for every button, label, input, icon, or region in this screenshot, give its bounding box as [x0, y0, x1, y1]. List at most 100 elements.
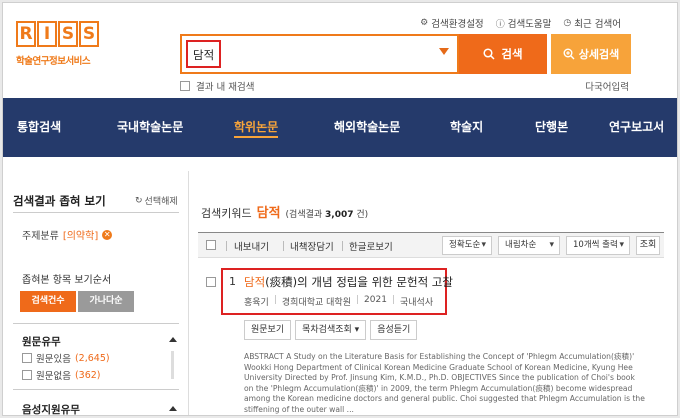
result-checkbox[interactable] [206, 277, 216, 287]
recent-search-link[interactable]: ◷ 최근 검색어 [563, 16, 621, 30]
tab-domestic-papers[interactable]: 국내학술논문 [117, 98, 183, 157]
filter-sidebar: 검색결과 좁혀 보기 ↻ 선택해제 주제분류 [의약학] ✕ 좁혀본 항목 보기… [3, 171, 189, 415]
utility-links: ⚙ 검색환경설정 ⓘ 검색도움말 ◷ 최근 검색어 [420, 16, 621, 30]
divider [13, 323, 179, 324]
logo-letter: R [16, 21, 36, 47]
sort-alphabetical-button[interactable]: 가나다순 [78, 291, 134, 312]
page-size-select[interactable]: 10개씩 출력 [566, 236, 630, 255]
advanced-search-label: 상세검색 [578, 48, 620, 61]
sort-field-select[interactable]: 정확도순 [442, 236, 492, 255]
save-to-library-link[interactable]: 내책장담기 [290, 239, 334, 253]
result-school: 경희대학교 대학원 [281, 298, 351, 308]
facet-item-count: (2,645) [74, 352, 110, 364]
page-frame: R I S S 학술연구정보서비스 ⚙ 검색환경설정 ⓘ 검색도움말 ◷ 최근 … [2, 2, 678, 416]
search-within-label: 결과 내 재검색 [196, 82, 255, 93]
toc-search-button[interactable]: 목차검색조회 ▾ [295, 320, 367, 340]
recent-search-label: 최근 검색어 [574, 19, 621, 30]
search-keyword-highlight: 담적 [186, 40, 222, 68]
remove-filter-icon[interactable]: ✕ [102, 229, 113, 240]
keyword-label: 검색키워드 [201, 207, 252, 220]
result-abstract: ABSTRACT A Study on the Literature Basis… [244, 352, 645, 414]
result-toolbar: 내보내기 내책장담기 한글로보기 정확도순 내림차순 10개씩 출력 조회 [198, 232, 664, 258]
tab-books[interactable]: 단행본 [535, 98, 568, 157]
meta-separator: | [391, 295, 395, 305]
facet-item-label: 원문없음 [36, 371, 71, 382]
logo-letter: S [79, 21, 99, 47]
search-input[interactable]: 담적 [180, 34, 459, 74]
search-within-results[interactable]: 결과 내 재검색 [180, 79, 254, 93]
result-actions: 원문보기 목차검색조회 ▾ 음성듣기 [244, 320, 418, 340]
collapse-icon[interactable] [169, 337, 177, 342]
tab-foreign-papers[interactable]: 해외학술논문 [334, 98, 400, 157]
multilang-input-link[interactable]: 다국어입력 [585, 79, 629, 93]
facet-item-count: (362) [74, 369, 101, 381]
divider [342, 241, 343, 251]
meta-separator: | [356, 295, 360, 305]
sort-by-count-button[interactable]: 검색건수 [20, 291, 76, 312]
sort-order-select[interactable]: 내림차순 [498, 236, 560, 255]
clock-icon: ◷ [563, 18, 572, 28]
view-fulltext-button[interactable]: 원문보기 [244, 320, 292, 340]
tab-reports[interactable]: 연구보고서 [609, 98, 664, 157]
active-filter-chip: 주제분류 [의약학] ✕ [22, 227, 113, 242]
logo-subtitle: 학술연구정보서비스 [16, 56, 91, 67]
sidebar-title: 검색결과 좁혀 보기 [13, 194, 106, 208]
search-icon [483, 48, 495, 60]
korean-view-link[interactable]: 한글로보기 [349, 239, 393, 253]
facet-fulltext-title[interactable]: 원문유무 [22, 334, 61, 349]
logo-letter: S [58, 21, 78, 47]
result-count: (검색결과 3,007 건) [285, 210, 369, 220]
chevron-down-icon[interactable] [439, 48, 449, 55]
search-settings-link[interactable]: ⚙ 검색환경설정 [420, 16, 484, 30]
result-author[interactable]: 홍육기 [244, 295, 269, 308]
listen-audio-button[interactable]: 음성듣기 [370, 320, 418, 340]
divider [13, 389, 179, 390]
refresh-icon: ↻ [135, 195, 143, 206]
tab-theses[interactable]: 학위논문 [234, 98, 279, 157]
facet-scrollbar[interactable] [171, 351, 174, 379]
export-link[interactable]: 내보내기 [234, 239, 269, 253]
result-type: 국내석사 [400, 298, 434, 308]
title-rest: (痰積)의 개념 정립을 위한 문헌적 고찰 [265, 275, 453, 289]
main-nav: 통합검색 국내학술논문 학위논문 해외학술논문 학술지 단행본 연구보고서 [3, 98, 677, 157]
logo-letter: I [37, 21, 57, 47]
advanced-search-button[interactable]: 상세검색 [551, 34, 631, 74]
zoom-plus-icon [563, 48, 575, 60]
select-all-checkbox[interactable] [206, 240, 216, 250]
divider [226, 241, 227, 251]
search-settings-label: 검색환경설정 [431, 19, 484, 30]
query-button[interactable]: 조회 [636, 236, 660, 255]
divider [283, 241, 284, 251]
search-within-checkbox[interactable] [180, 81, 190, 91]
filter-label: 주제분류 [22, 231, 59, 242]
logo-letters: R I S S [16, 21, 106, 47]
search-help-link[interactable]: ⓘ 검색도움말 [496, 16, 552, 30]
facet-audio-title[interactable]: 음성지원유무 [22, 402, 80, 415]
riss-logo[interactable]: R I S S 학술연구정보서비스 [16, 21, 106, 67]
info-icon: ⓘ [495, 19, 505, 30]
reset-filter-label: 선택해제 [144, 197, 178, 207]
facet-item[interactable]: 원문없음 (362) [22, 368, 101, 382]
result-summary: 검색키워드 담적 (검색결과 3,007 건) [201, 202, 368, 221]
collapse-icon[interactable] [169, 406, 177, 411]
facet-checkbox[interactable] [22, 370, 32, 380]
facet-sort-title: 좁혀본 항목 보기순서 [22, 275, 112, 286]
facet-checkbox[interactable] [22, 353, 32, 363]
tab-journals[interactable]: 학술지 [450, 98, 483, 157]
result-year: 2021 [364, 295, 387, 305]
gear-icon: ⚙ [420, 18, 429, 28]
result-title-link[interactable]: 담적(痰積)의 개념 정립을 위한 문헌적 고찰 [244, 274, 453, 290]
facet-item-label: 원문있음 [36, 354, 71, 365]
facet-item[interactable]: 원문있음 (2,645) [22, 351, 110, 365]
reset-filter-link[interactable]: ↻ 선택해제 [135, 194, 178, 208]
result-meta: 홍육기 | 경희대학교 대학원 | 2021 | 국내석사 [244, 295, 433, 308]
search-help-label: 검색도움말 [507, 19, 552, 30]
filter-value: [의약학] [62, 231, 99, 242]
tab-integrated-search[interactable]: 통합검색 [17, 98, 61, 157]
search-button[interactable]: 검색 [459, 34, 547, 74]
meta-separator: | [273, 295, 277, 305]
keyword-value: 담적 [256, 206, 281, 221]
title-keyword: 담적 [244, 275, 266, 289]
divider [13, 212, 179, 213]
search-button-label: 검색 [501, 47, 523, 61]
